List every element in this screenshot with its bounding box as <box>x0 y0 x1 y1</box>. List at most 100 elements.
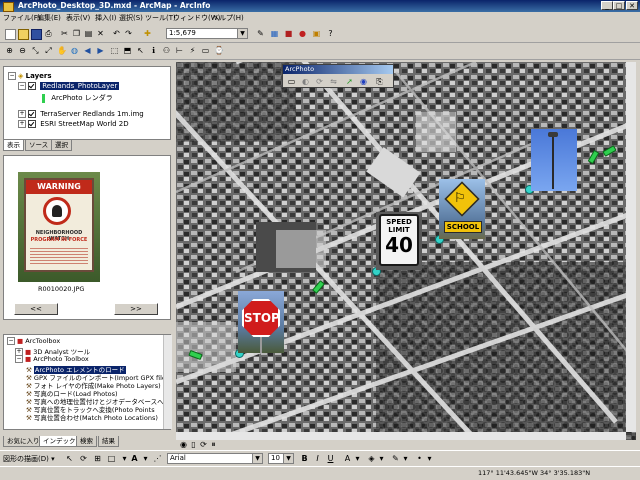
model-builder-icon[interactable]: ▣ <box>312 29 321 38</box>
menu-tools[interactable]: ツール(T) <box>145 13 176 23</box>
browse-icon[interactable]: ◐ <box>301 77 310 86</box>
tool-match-photo-locations[interactable]: ⚒ 写真位置合わせ(Match Photo Locations) <box>26 412 158 422</box>
photo-viewer-icon[interactable]: ▭ <box>287 77 296 86</box>
speed-limit-photo[interactable]: SPEED LIMIT 40 <box>376 212 422 270</box>
pause-drawing-icon[interactable]: ⏸ <box>209 440 218 449</box>
rectangle-icon[interactable]: □ <box>107 454 116 463</box>
street-pole-photo[interactable] <box>531 129 577 191</box>
marker-color-icon[interactable]: • <box>415 454 424 463</box>
dropdown-icon[interactable]: ▾ <box>401 454 410 463</box>
table-of-contents-icon[interactable]: ▦ <box>270 29 279 38</box>
select-features-icon[interactable]: ⬚ <box>110 46 119 55</box>
dropdown-icon[interactable]: ▾ <box>353 454 362 463</box>
map-scale-combo[interactable]: 1:5,679 ▼ <box>166 28 248 39</box>
maximize-button[interactable]: □ <box>613 1 625 10</box>
menu-file[interactable]: ファイル(F) <box>3 13 41 23</box>
refresh-icon[interactable]: ⟳ <box>199 440 208 449</box>
undo-icon[interactable]: ↶ <box>112 29 121 38</box>
html-popup-icon[interactable]: ▭ <box>201 46 210 55</box>
dropdown-icon[interactable]: ▾ <box>141 454 150 463</box>
menu-view[interactable]: 表示(V) <box>66 13 90 23</box>
drawing-menu[interactable]: 図形の描画(D) ▾ <box>3 454 55 464</box>
toolbox-arcphoto[interactable]: − ■ ArcPhoto Toolbox <box>15 355 89 363</box>
toc-layer-photolayer[interactable]: − Redlands_PhotoLayer <box>18 82 120 90</box>
new-text-icon[interactable]: A <box>130 454 139 463</box>
menu-help[interactable]: ヘルプ(H) <box>212 13 244 23</box>
tab-results[interactable]: 結果 <box>98 436 119 447</box>
rotate-icon[interactable]: ⟳ <box>315 77 324 86</box>
cut-icon[interactable]: ✂ <box>60 29 69 38</box>
fixed-zoom-out-icon[interactable]: ⤢ <box>44 46 53 55</box>
new-document-icon[interactable] <box>5 29 16 40</box>
toolbox-scrollbar[interactable] <box>163 335 172 429</box>
redo-icon[interactable]: ↷ <box>124 29 133 38</box>
zoom-whole-page-icon[interactable]: ⊞ <box>93 454 102 463</box>
editor-toolbar-icon[interactable]: ✎ <box>256 29 265 38</box>
toc-layer-streetmap[interactable]: + ESRI StreetMap World 2D <box>18 120 129 128</box>
layout-view-icon[interactable]: ▯ <box>189 440 198 449</box>
hyperlink-icon[interactable]: ⚡ <box>188 46 197 55</box>
flip-icon[interactable]: ⇋ <box>329 77 338 86</box>
time-slider-icon[interactable]: ⌚ <box>214 46 224 55</box>
clear-selection-icon[interactable]: ⬒ <box>123 46 132 55</box>
menu-select[interactable]: 選択(S) <box>119 13 143 23</box>
select-elements-icon[interactable]: ↖ <box>136 46 145 55</box>
fill-color-icon[interactable]: ◈ <box>367 454 376 463</box>
export-icon[interactable]: ⎘ <box>375 77 384 86</box>
settings-icon[interactable]: ◉ <box>359 77 368 86</box>
edit-vertices-icon[interactable]: ⋰ <box>153 454 162 463</box>
collapse-icon[interactable]: − <box>7 337 15 345</box>
back-arrow-icon[interactable]: ◀ <box>83 46 92 55</box>
tab-favorites[interactable]: お気に入り <box>3 436 44 447</box>
line-color-icon[interactable]: ✎ <box>391 454 400 463</box>
collapse-icon[interactable]: − <box>15 355 23 363</box>
delete-icon[interactable]: ✕ <box>96 29 105 38</box>
toc-layer-terraserver[interactable]: + TerraServer Redlands 1m.img <box>18 110 144 118</box>
layer-visibility-checkbox[interactable] <box>28 82 36 90</box>
school-sign-photo[interactable]: ⚐ SCHOOL <box>439 179 485 239</box>
expand-icon[interactable]: + <box>18 120 26 128</box>
full-extent-globe-icon[interactable]: ◍ <box>70 46 79 55</box>
photo-direction-icon[interactable]: ➚ <box>345 77 354 86</box>
map-vertical-scrollbar[interactable] <box>626 62 636 432</box>
minimize-button[interactable]: _ <box>601 1 613 10</box>
dropdown-icon[interactable]: ▾ <box>120 454 129 463</box>
photo-thumbnail[interactable]: WARNING NEIGHBORHOOD WATCH PROGRAM IN FO… <box>18 172 100 282</box>
whats-this-icon[interactable]: ? <box>326 29 335 38</box>
fixed-zoom-in-icon[interactable]: ⤡ <box>31 46 40 55</box>
layer-visibility-checkbox[interactable] <box>28 120 36 128</box>
measure-icon[interactable]: ⊢ <box>175 46 184 55</box>
stop-sign-photo[interactable]: STOP <box>238 291 284 353</box>
italic-icon[interactable]: I <box>313 454 322 463</box>
font-color-icon[interactable]: A <box>343 454 352 463</box>
forward-arrow-icon[interactable]: ▶ <box>96 46 105 55</box>
arcphoto-toolbar[interactable]: ArcPhoto ▭ ◐ ⟳ ⇋ ➚ ◉ ⎘ <box>282 64 394 88</box>
find-binoculars-icon[interactable]: ⚇ <box>162 46 171 55</box>
font-name-combo[interactable]: Arial ▼ <box>167 453 263 464</box>
bold-icon[interactable]: B <box>300 454 309 463</box>
command-line-icon[interactable]: ● <box>298 29 307 38</box>
collapse-icon[interactable]: − <box>18 82 26 90</box>
zoom-out-icon[interactable]: ⊖ <box>18 46 27 55</box>
pan-hand-icon[interactable]: ✋ <box>57 46 67 55</box>
data-view-icon[interactable]: ◉ <box>179 440 188 449</box>
tab-source[interactable]: ソース <box>25 140 53 151</box>
next-photo-button[interactable]: >> <box>114 303 158 315</box>
dropdown-icon[interactable]: ▾ <box>377 454 386 463</box>
dropdown-icon[interactable]: ▾ <box>425 454 434 463</box>
add-data-icon[interactable]: ✚ <box>143 29 152 38</box>
menu-edit[interactable]: 編集(E) <box>37 13 61 23</box>
open-folder-icon[interactable] <box>18 29 29 40</box>
identify-icon[interactable]: ℹ <box>149 46 158 55</box>
underline-icon[interactable]: U <box>326 454 335 463</box>
arctoolbox-icon[interactable]: ■ <box>284 29 293 38</box>
map-horizontal-scrollbar[interactable] <box>176 432 626 440</box>
map-view[interactable]: ⚐ SCHOOL SPEED LIMIT 40 STOP <box>176 62 636 440</box>
toc-root[interactable]: − ◈ Layers <box>8 72 52 80</box>
tab-selection[interactable]: 選択 <box>51 140 72 151</box>
expand-icon[interactable]: + <box>18 110 26 118</box>
tab-display[interactable]: 表示 <box>3 140 24 151</box>
select-pointer-icon[interactable]: ↖ <box>65 454 74 463</box>
zoom-in-icon[interactable]: ⊕ <box>5 46 14 55</box>
collapse-icon[interactable]: − <box>8 72 16 80</box>
